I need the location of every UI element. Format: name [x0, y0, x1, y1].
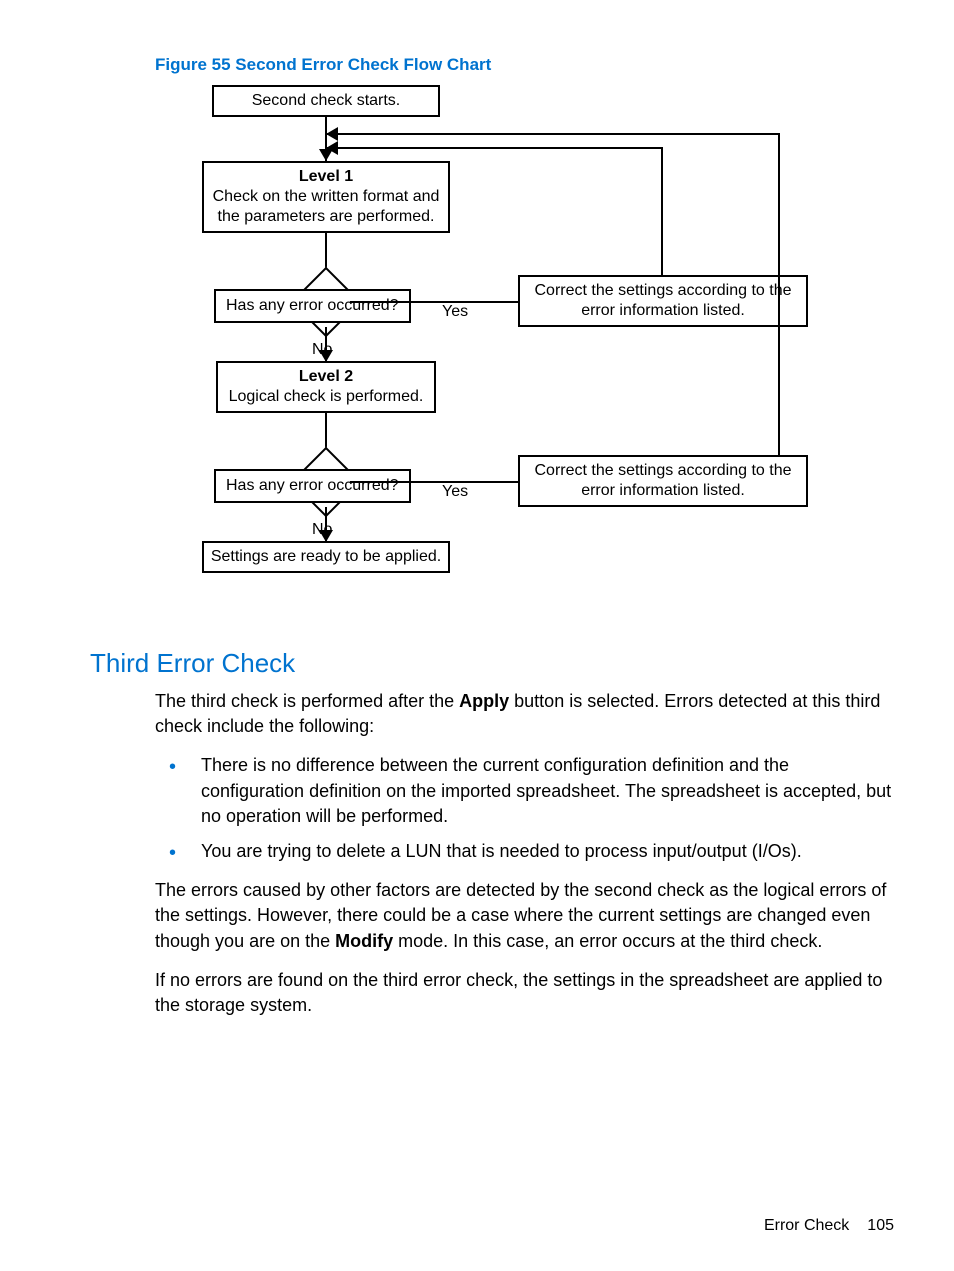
- connector: [778, 455, 780, 457]
- flow-correct1-box: Correct the settings according to the er…: [518, 275, 808, 327]
- connector: [326, 147, 663, 149]
- paragraph: The errors caused by other factors are d…: [155, 878, 894, 954]
- flow-decision2: Has any error occurred?: [214, 469, 411, 503]
- list-item: You are trying to delete a LUN that is n…: [155, 839, 894, 864]
- flow-correct2-box: Correct the settings according to the er…: [518, 455, 808, 507]
- connector: [350, 301, 520, 303]
- connector: [661, 147, 663, 275]
- page-footer: Error Check 105: [764, 1217, 894, 1235]
- label-yes: Yes: [442, 483, 468, 501]
- apply-bold: Apply: [459, 691, 509, 711]
- flow-start-text: Second check starts.: [252, 91, 401, 111]
- flow-level1-box: Level 1 Check on the written format and …: [202, 161, 450, 233]
- flow-level1-title: Level 1: [299, 167, 353, 187]
- figure-caption: Figure 55 Second Error Check Flow Chart: [155, 55, 894, 75]
- flow-level2-text: Logical check is performed.: [229, 387, 424, 407]
- connector: [778, 133, 780, 455]
- para2-b: mode. In this case, an error occurs at t…: [393, 931, 822, 951]
- connector: [326, 133, 780, 135]
- intro-paragraph: The third check is performed after the A…: [155, 689, 894, 739]
- flow-decision1: Has any error occurred?: [214, 289, 411, 323]
- flow-correct2-text: Correct the settings according to the er…: [526, 461, 800, 501]
- flow-final-box: Settings are ready to be applied.: [202, 541, 450, 573]
- error-list: There is no difference between the curre…: [155, 753, 894, 864]
- label-yes: Yes: [442, 303, 468, 321]
- paragraph: If no errors are found on the third erro…: [155, 968, 894, 1018]
- footer-section: Error Check: [764, 1217, 849, 1234]
- arrow-left-icon: [326, 127, 338, 141]
- flow-level2-box: Level 2 Logical check is performed.: [216, 361, 436, 413]
- flow-level2-title: Level 2: [299, 367, 353, 387]
- page: Figure 55 Second Error Check Flow Chart …: [0, 0, 954, 1271]
- flow-final-text: Settings are ready to be applied.: [211, 547, 441, 567]
- connector: [350, 481, 520, 483]
- section-heading-third-error-check: Third Error Check: [90, 648, 894, 679]
- flow-start-box: Second check starts.: [212, 85, 440, 117]
- flowchart: Second check starts. Level 1 Check on th…: [180, 85, 894, 620]
- flow-correct1-text: Correct the settings according to the er…: [526, 281, 800, 321]
- para1-a: The third check is performed after the: [155, 691, 459, 711]
- list-item: There is no difference between the curre…: [155, 753, 894, 829]
- modify-bold: Modify: [335, 931, 393, 951]
- arrow-left-icon: [326, 141, 338, 155]
- flow-level1-text: Check on the written format and the para…: [210, 187, 442, 227]
- footer-page-number: 105: [867, 1217, 894, 1234]
